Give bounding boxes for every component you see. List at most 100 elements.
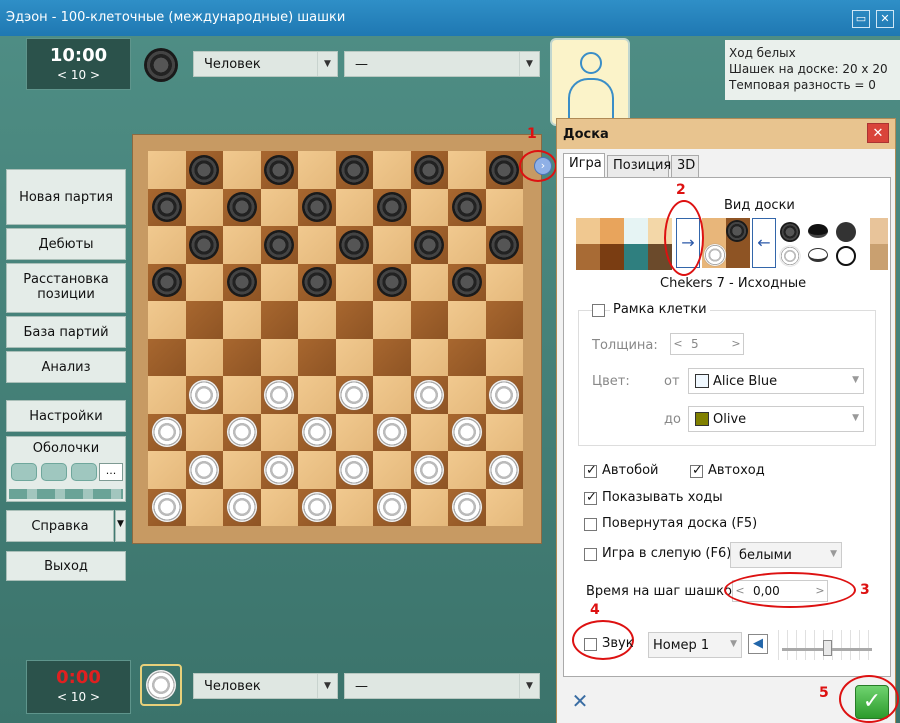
board-square[interactable] bbox=[298, 151, 336, 189]
black-checker[interactable] bbox=[414, 229, 445, 260]
board-square[interactable] bbox=[485, 413, 523, 451]
board-swatch-3[interactable] bbox=[624, 218, 648, 270]
white-checker[interactable] bbox=[489, 454, 520, 485]
sound-checkbox[interactable] bbox=[584, 638, 597, 651]
board-square[interactable] bbox=[185, 301, 223, 339]
board-square[interactable] bbox=[260, 413, 298, 451]
white-checker[interactable] bbox=[151, 492, 182, 523]
board-square[interactable] bbox=[335, 188, 373, 226]
tools-icon[interactable]: ✕ bbox=[567, 689, 593, 715]
board-square[interactable] bbox=[185, 263, 223, 301]
sound-select[interactable]: Номер 1 ▼ bbox=[648, 632, 742, 658]
shells-more-button[interactable]: ... bbox=[99, 463, 123, 481]
board-square[interactable] bbox=[335, 338, 373, 376]
board-square[interactable] bbox=[185, 488, 223, 526]
white-checker[interactable] bbox=[376, 492, 407, 523]
next-board-arrow-icon[interactable]: ← bbox=[752, 218, 776, 268]
board-square[interactable] bbox=[260, 488, 298, 526]
shell-swatch-3[interactable] bbox=[71, 463, 97, 481]
board-square[interactable] bbox=[335, 413, 373, 451]
piece-style-black-3[interactable] bbox=[836, 222, 856, 242]
new-game-button[interactable]: Новая партия bbox=[6, 169, 126, 225]
black-checker[interactable] bbox=[189, 154, 220, 185]
board-square[interactable] bbox=[260, 188, 298, 226]
board-square[interactable] bbox=[485, 338, 523, 376]
board-square[interactable] bbox=[448, 151, 486, 189]
board-square[interactable] bbox=[223, 451, 261, 489]
game-board[interactable] bbox=[148, 151, 523, 526]
black-checker[interactable] bbox=[226, 192, 257, 223]
bottom-player-select[interactable]: Человек ▼ bbox=[193, 673, 338, 699]
game-base-button[interactable]: База партий bbox=[6, 316, 126, 348]
black-checker[interactable] bbox=[451, 192, 482, 223]
white-checker[interactable] bbox=[451, 492, 482, 523]
show-moves-checkbox[interactable] bbox=[584, 490, 597, 505]
board-square[interactable] bbox=[148, 301, 186, 339]
black-checker[interactable] bbox=[339, 154, 370, 185]
board-square[interactable] bbox=[410, 301, 448, 339]
board-swatch-5[interactable] bbox=[870, 218, 888, 270]
openings-button[interactable]: Дебюты bbox=[6, 228, 126, 260]
black-checker[interactable] bbox=[151, 192, 182, 223]
color-to-select[interactable]: Olive ▼ bbox=[688, 406, 864, 432]
board-square[interactable] bbox=[223, 226, 261, 264]
bottom-level-select[interactable]: — ▼ bbox=[344, 673, 540, 699]
shell-swatch-2[interactable] bbox=[41, 463, 67, 481]
board-square[interactable] bbox=[373, 301, 411, 339]
rotated-board-checkbox[interactable] bbox=[584, 518, 597, 531]
board-square[interactable] bbox=[448, 338, 486, 376]
board-square[interactable] bbox=[260, 301, 298, 339]
blind-side-select[interactable]: белыми ▼ bbox=[730, 542, 842, 568]
board-square[interactable] bbox=[335, 263, 373, 301]
increment-icon[interactable]: > bbox=[729, 334, 743, 354]
automove-checkbox[interactable] bbox=[690, 463, 703, 478]
black-checker[interactable] bbox=[376, 192, 407, 223]
board-square[interactable] bbox=[148, 226, 186, 264]
board-square[interactable] bbox=[298, 451, 336, 489]
piece-style-white-3[interactable] bbox=[836, 246, 856, 266]
board-square[interactable] bbox=[148, 451, 186, 489]
board-square[interactable] bbox=[185, 188, 223, 226]
expand-arrow-icon[interactable]: › bbox=[534, 157, 552, 175]
white-checker[interactable] bbox=[264, 454, 295, 485]
board-square[interactable] bbox=[485, 301, 523, 339]
board-square[interactable] bbox=[410, 188, 448, 226]
piece-style-black-2[interactable] bbox=[808, 224, 828, 238]
board-square[interactable] bbox=[485, 263, 523, 301]
shell-swatch-1[interactable] bbox=[11, 463, 37, 481]
board-swatch-2[interactable] bbox=[600, 218, 624, 270]
board-square[interactable] bbox=[373, 376, 411, 414]
white-checker[interactable] bbox=[189, 379, 220, 410]
board-square[interactable] bbox=[298, 338, 336, 376]
board-square[interactable] bbox=[373, 151, 411, 189]
board-square[interactable] bbox=[448, 226, 486, 264]
board-square[interactable] bbox=[373, 451, 411, 489]
black-checker[interactable] bbox=[339, 229, 370, 260]
white-checker[interactable] bbox=[489, 379, 520, 410]
board-square[interactable] bbox=[335, 301, 373, 339]
white-checker[interactable] bbox=[189, 454, 220, 485]
board-square[interactable] bbox=[335, 488, 373, 526]
autobeat-checkbox[interactable] bbox=[584, 463, 597, 478]
board-square[interactable] bbox=[185, 338, 223, 376]
speaker-icon[interactable]: ◀ bbox=[748, 634, 768, 654]
board-square[interactable] bbox=[298, 301, 336, 339]
black-checker[interactable] bbox=[376, 267, 407, 298]
decrement-icon[interactable]: < bbox=[671, 334, 685, 354]
setup-position-button[interactable]: Расстановка позиции bbox=[6, 263, 126, 313]
piece-style-white-2[interactable] bbox=[808, 248, 828, 262]
board-square[interactable] bbox=[298, 376, 336, 414]
board-square[interactable] bbox=[448, 301, 486, 339]
color-from-select[interactable]: Alice Blue ▼ bbox=[688, 368, 864, 394]
board-square[interactable] bbox=[448, 376, 486, 414]
black-checker[interactable] bbox=[451, 267, 482, 298]
white-checker[interactable] bbox=[451, 417, 482, 448]
piece-style-white-1[interactable] bbox=[780, 246, 800, 266]
white-checker[interactable] bbox=[226, 417, 257, 448]
bottom-clock-control[interactable]: < 10 > bbox=[27, 690, 130, 704]
board-square[interactable] bbox=[448, 451, 486, 489]
board-square[interactable] bbox=[260, 338, 298, 376]
tab-3d[interactable]: 3D bbox=[671, 155, 699, 177]
top-clock-control[interactable]: < 10 > bbox=[27, 68, 130, 82]
board-square[interactable] bbox=[223, 338, 261, 376]
